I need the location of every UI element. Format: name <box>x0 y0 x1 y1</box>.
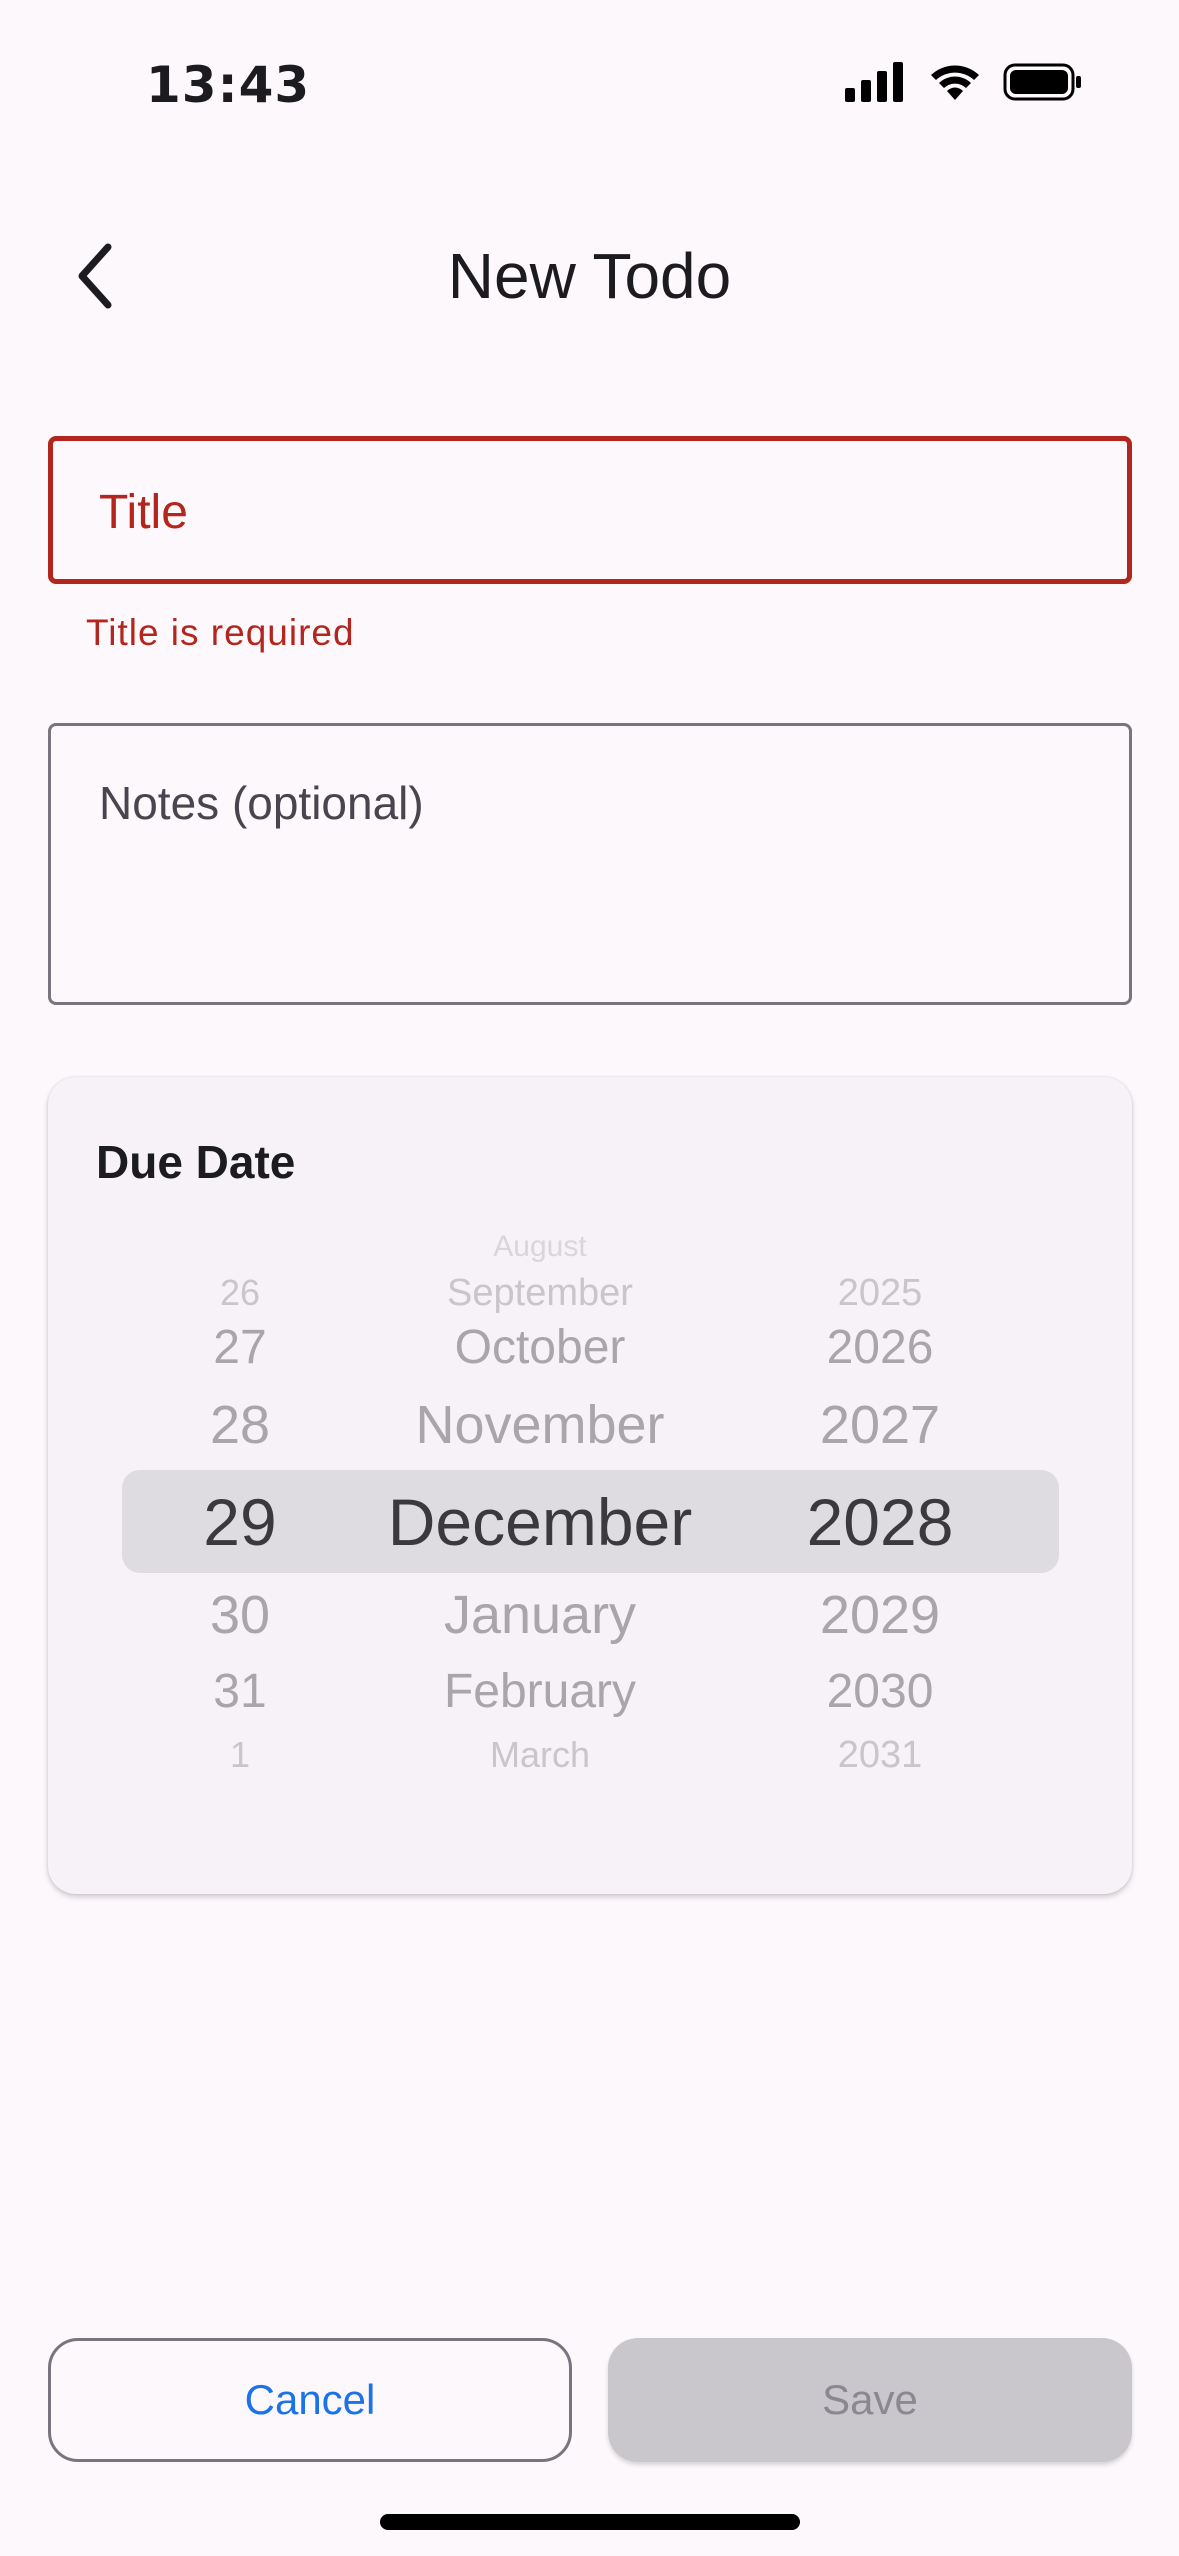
month-option[interactable]: September <box>360 1272 720 1315</box>
notes-input[interactable]: Notes (optional) <box>48 723 1132 1005</box>
new-todo-screen: 13:43 New Todo Title Title is required N… <box>0 0 1179 2556</box>
month-wheel[interactable]: August September October November Decemb… <box>360 1230 720 1800</box>
year-wheel[interactable]: 2025 2026 2027 2028 2029 2030 2031 <box>770 1250 990 1790</box>
day-option[interactable]: 30 <box>170 1584 310 1646</box>
month-option[interactable]: February <box>360 1664 720 1719</box>
save-button-label: Save <box>822 2376 918 2423</box>
year-option[interactable]: 2027 <box>770 1394 990 1456</box>
home-indicator[interactable] <box>380 2514 800 2530</box>
year-option[interactable]: 2031 <box>770 1734 990 1777</box>
wifi-icon <box>931 65 979 100</box>
page-title: New Todo <box>447 240 732 312</box>
year-option[interactable]: 2029 <box>770 1584 990 1646</box>
save-button[interactable]: Save <box>608 2338 1132 2462</box>
notes-placeholder: Notes (optional) <box>99 777 424 829</box>
due-date-label: Due Date <box>96 1136 296 1188</box>
cancel-button[interactable]: Cancel <box>48 2338 572 2462</box>
month-option[interactable]: January <box>360 1584 720 1646</box>
day-option[interactable]: 31 <box>170 1664 310 1719</box>
day-option[interactable]: 28 <box>170 1394 310 1456</box>
month-option[interactable]: August <box>360 1230 720 1264</box>
year-option[interactable]: 2025 <box>770 1272 990 1315</box>
cancel-button-label: Cancel <box>244 2376 376 2423</box>
month-option[interactable]: October <box>360 1320 720 1375</box>
day-option[interactable]: 1 <box>170 1734 310 1776</box>
title-input[interactable]: Title <box>48 436 1132 584</box>
status-icons <box>845 62 1083 102</box>
title-placeholder: Title <box>99 486 188 539</box>
month-option[interactable]: November <box>360 1394 720 1456</box>
day-option[interactable]: 27 <box>170 1320 310 1375</box>
battery-icon <box>1003 63 1081 101</box>
year-option[interactable]: 2030 <box>770 1664 990 1719</box>
day-option-selected[interactable]: 29 <box>170 1484 310 1560</box>
cellular-signal-icon <box>845 62 903 102</box>
day-wheel[interactable]: 26 27 28 29 30 31 1 <box>170 1250 310 1790</box>
year-option[interactable]: 2026 <box>770 1320 990 1375</box>
status-time: 13:43 <box>146 56 311 114</box>
title-error-message: Title is required <box>86 612 355 653</box>
day-option[interactable]: 26 <box>170 1272 310 1314</box>
month-option[interactable]: March <box>360 1734 720 1776</box>
year-option-selected[interactable]: 2028 <box>770 1484 990 1560</box>
month-option-selected[interactable]: December <box>360 1484 720 1560</box>
